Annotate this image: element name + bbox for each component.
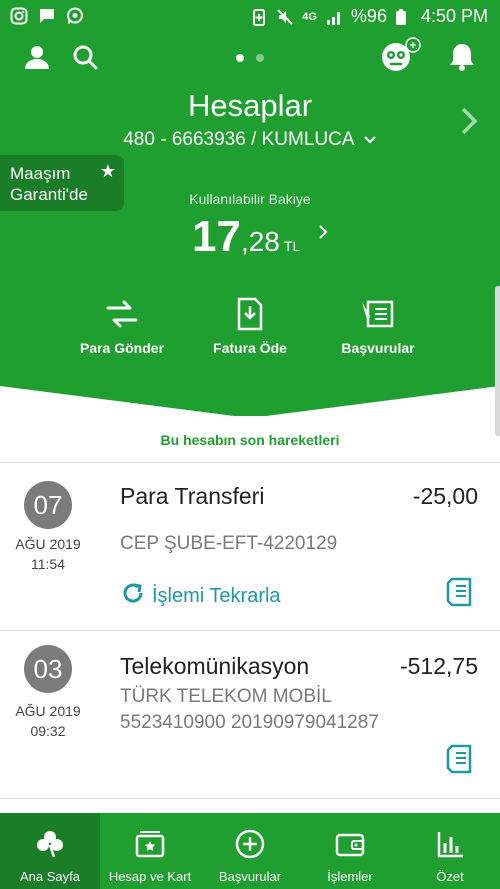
transaction-day-badge: 07 xyxy=(24,481,72,529)
scrollbar[interactable] xyxy=(495,286,500,436)
clock: 4:50 PM xyxy=(420,6,488,26)
pay-bill-button[interactable]: Fatura Öde xyxy=(180,294,320,356)
bill-icon xyxy=(180,294,320,334)
page-dot xyxy=(256,54,264,62)
plus-circle-icon xyxy=(234,827,266,861)
transaction-month-year: AĞU 2019 xyxy=(15,536,81,552)
transaction-title: Telekomünikasyon xyxy=(120,653,310,679)
transaction-amount: -512,75 xyxy=(399,653,478,679)
transaction-description: CEP ŞUBE-EFT-4220129 xyxy=(120,533,338,554)
profile-icon[interactable] xyxy=(20,40,54,74)
page-indicator xyxy=(236,54,264,62)
applications-button[interactable]: Başvurular xyxy=(308,294,448,356)
chevron-right-icon[interactable] xyxy=(460,106,478,141)
send-money-label: Para Gönder xyxy=(79,340,165,356)
battery-icon xyxy=(395,8,413,26)
mute-icon xyxy=(276,8,294,26)
balance-chevron-icon[interactable] xyxy=(318,224,328,245)
applications-label: Başvurular xyxy=(341,340,415,356)
transaction-date: AĞU 2019 09:32 xyxy=(0,701,96,741)
transaction-date: AĞU 2019 11:54 xyxy=(0,534,96,574)
home-clover-icon xyxy=(35,827,65,861)
transaction-description: TÜRK TELEKOM MOBİL 5523410900 2019097904… xyxy=(120,684,379,736)
nav-applications-label: Başvurular xyxy=(218,869,282,884)
battery-percent: %96 xyxy=(350,6,387,26)
nav-summary-label: Özet xyxy=(436,869,464,884)
nav-summary[interactable]: Özet xyxy=(400,813,500,889)
battery-saver-icon xyxy=(250,8,268,26)
transaction-month-year: AĞU 2019 xyxy=(15,703,81,719)
application-icon xyxy=(308,294,448,334)
transaction-time: 11:54 xyxy=(31,556,65,572)
signal-icon xyxy=(325,8,343,26)
repeat-transaction-label: İşlemi Tekrarla xyxy=(152,584,281,607)
card-icon xyxy=(134,827,166,861)
transaction-row[interactable]: 03 AĞU 2019 09:32 Telekomünikasyon -512,… xyxy=(0,631,500,798)
balance-label: Kullanılabilir Bakiye xyxy=(189,191,311,207)
balance-amount[interactable]: 17,28 TL xyxy=(192,212,300,262)
bottom-navigation: Ana Sayfa Hesap ve Kart Başvurular İşlem… xyxy=(0,813,500,889)
nav-transactions-label: İşlemler xyxy=(327,869,373,884)
transaction-day-badge: 03 xyxy=(24,645,72,693)
wallet-icon xyxy=(334,827,366,861)
account-selector[interactable]: 480 - 6663936 / KUMLUCA xyxy=(0,129,500,151)
transfer-icon xyxy=(52,294,192,334)
repeat-transaction-button[interactable]: İşlemi Tekrarla xyxy=(120,580,281,612)
repeat-icon xyxy=(120,580,146,612)
status-bar: 4G %96 4:50 PM xyxy=(0,0,500,34)
page-dot-active xyxy=(236,54,244,62)
nav-account-card[interactable]: Hesap ve Kart xyxy=(100,813,200,889)
nav-home[interactable]: Ana Sayfa xyxy=(0,813,100,889)
message-icon xyxy=(38,7,56,25)
transaction-row[interactable]: 07 AĞU 2019 11:54 Para Transferi -25,00 … xyxy=(0,463,500,630)
network-type: 4G xyxy=(302,10,317,23)
nav-applications[interactable]: Başvurular xyxy=(200,813,300,889)
account-number: 480 - 6663936 / KUMLUCA xyxy=(123,129,354,151)
nav-home-label: Ana Sayfa xyxy=(20,869,80,884)
transaction-description-line2: 5523410900 20190979041287 xyxy=(120,712,379,733)
chevron-down-icon xyxy=(363,129,377,151)
bar-chart-icon xyxy=(435,827,465,861)
page-title: Hesaplar xyxy=(187,88,313,123)
divider xyxy=(0,798,500,799)
transaction-description-line1: TÜRK TELEKOM MOBİL xyxy=(120,686,332,707)
whatsapp-icon xyxy=(66,7,84,25)
nav-account-card-label: Hesap ve Kart xyxy=(108,869,192,884)
transaction-amount: -25,00 xyxy=(412,483,478,509)
send-money-button[interactable]: Para Gönder xyxy=(52,294,192,356)
receipt-icon[interactable] xyxy=(444,743,476,780)
recent-transactions-title: Bu hesabın son hareketleri xyxy=(160,432,340,448)
receipt-icon[interactable] xyxy=(444,576,476,613)
assistant-bot-icon[interactable] xyxy=(374,37,424,72)
star-icon: ★ xyxy=(99,161,116,181)
pay-bill-label: Fatura Öde xyxy=(213,340,287,356)
balance-integer: 17 xyxy=(192,212,241,261)
instagram-icon xyxy=(10,7,28,25)
nav-transactions[interactable]: İşlemler xyxy=(300,813,400,889)
transaction-time: 09:32 xyxy=(30,723,66,739)
balance-currency: TL xyxy=(283,238,301,254)
transaction-title: Para Transferi xyxy=(120,483,265,509)
balance-decimal: ,28 xyxy=(240,226,280,257)
bell-icon[interactable] xyxy=(445,40,479,74)
search-icon[interactable] xyxy=(68,40,102,74)
